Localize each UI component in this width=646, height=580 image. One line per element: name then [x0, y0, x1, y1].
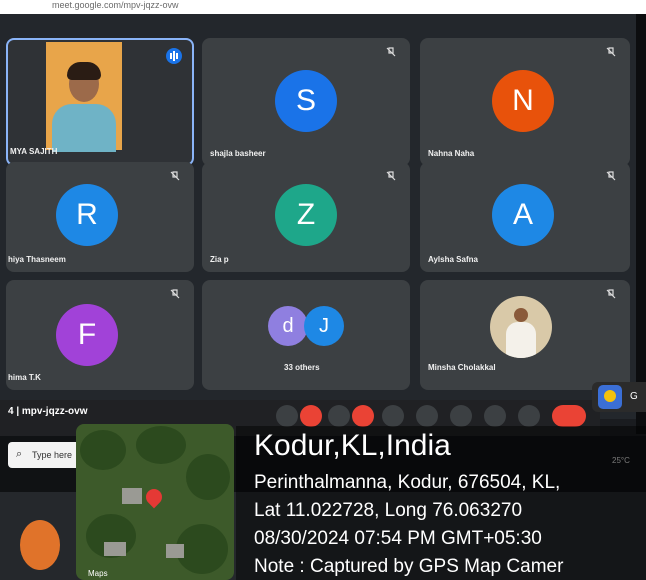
- captions-button[interactable]: [328, 405, 350, 427]
- gps-coordinates: Lat 11.022728, Long 76.063270: [254, 500, 523, 521]
- participant-tile-video[interactable]: MYA SAJITH: [6, 38, 194, 166]
- participant-avatar: F: [56, 304, 118, 366]
- camera-button[interactable]: [300, 405, 322, 427]
- participant-name: Nahna Naha: [428, 149, 475, 158]
- gps-map-thumbnail: Maps: [76, 424, 234, 580]
- screen-bezel: [636, 14, 646, 434]
- participant-name: Zia p: [210, 255, 229, 264]
- participant-name: hiya Thasneem: [8, 255, 66, 264]
- gps-camera-app-icon: G: [592, 382, 646, 412]
- participant-name: hima T.K: [8, 373, 41, 382]
- meeting-code: 4 | mpv-jqzz-ovw: [8, 406, 88, 417]
- present-button[interactable]: [382, 405, 404, 427]
- participant-tile-others[interactable]: d J 33 others: [202, 280, 410, 390]
- maps-label: Maps: [88, 569, 108, 578]
- participant-name: Minsha Cholakkal: [428, 363, 496, 372]
- participant-avatar: S: [275, 70, 337, 132]
- leave-call-button[interactable]: [552, 405, 586, 427]
- mic-off-icon: [606, 289, 616, 299]
- mic-off-icon: [386, 171, 396, 181]
- participant-avatar: A: [492, 184, 554, 246]
- participant-tile[interactable]: S shajla basheer: [202, 38, 410, 166]
- speaking-indicator-icon: [166, 48, 182, 64]
- browser-url[interactable]: meet.google.com/mpv-jqzz-ovw: [52, 0, 179, 10]
- search-icon: ⌕: [16, 448, 23, 460]
- search-placeholder: Type here: [32, 450, 73, 460]
- participant-tile[interactable]: Minsha Cholakkal: [420, 280, 630, 390]
- participant-name: Aylsha Safna: [428, 255, 478, 264]
- participant-tile[interactable]: A Aylsha Safna: [420, 162, 630, 272]
- more-options-button[interactable]: [518, 405, 540, 427]
- participant-avatar: N: [492, 70, 554, 132]
- gps-address: Perinthalmanna, Kodur, 676504, KL,: [254, 472, 561, 493]
- mic-button[interactable]: [276, 405, 298, 427]
- participant-avatar: d: [268, 306, 308, 346]
- mic-off-icon: [386, 47, 396, 57]
- camera-off-button[interactable]: [352, 405, 374, 427]
- meet-grid: MYA SAJITH S shajla basheer N Nahna Naha…: [0, 14, 646, 419]
- emoji-button[interactable]: [416, 405, 438, 427]
- participant-tile[interactable]: N Nahna Naha: [420, 38, 630, 166]
- participant-tile[interactable]: F hima T.K: [6, 280, 194, 390]
- mic-off-icon: [170, 171, 180, 181]
- participant-name: MYA SAJITH: [10, 147, 58, 156]
- mic-off-icon: [170, 289, 180, 299]
- share-screen-button[interactable]: [450, 405, 472, 427]
- participant-name: shajla basheer: [210, 149, 266, 158]
- gps-note: Note : Captured by GPS Map Camer: [254, 556, 564, 577]
- gps-location-title: Kodur,KL,India: [254, 429, 451, 462]
- browser-top-bar: meet.google.com/mpv-jqzz-ovw: [0, 0, 646, 14]
- participant-tile[interactable]: Z Zia p: [202, 162, 410, 272]
- raise-hand-button[interactable]: [484, 405, 506, 427]
- mic-off-icon: [606, 171, 616, 181]
- participant-avatar: Z: [275, 184, 337, 246]
- participant-profile-photo: [490, 296, 552, 358]
- participant-avatar: R: [56, 184, 118, 246]
- participant-video-feed: [46, 42, 122, 152]
- participant-avatar: J: [304, 306, 344, 346]
- location-pin-icon: [142, 485, 166, 509]
- mic-off-icon: [606, 47, 616, 57]
- gps-datetime: 08/30/2024 07:54 PM GMT+05:30: [254, 528, 542, 549]
- others-count: 33 others: [284, 363, 320, 372]
- background-object: [20, 520, 60, 570]
- participant-tile[interactable]: R hiya Thasneem: [6, 162, 194, 272]
